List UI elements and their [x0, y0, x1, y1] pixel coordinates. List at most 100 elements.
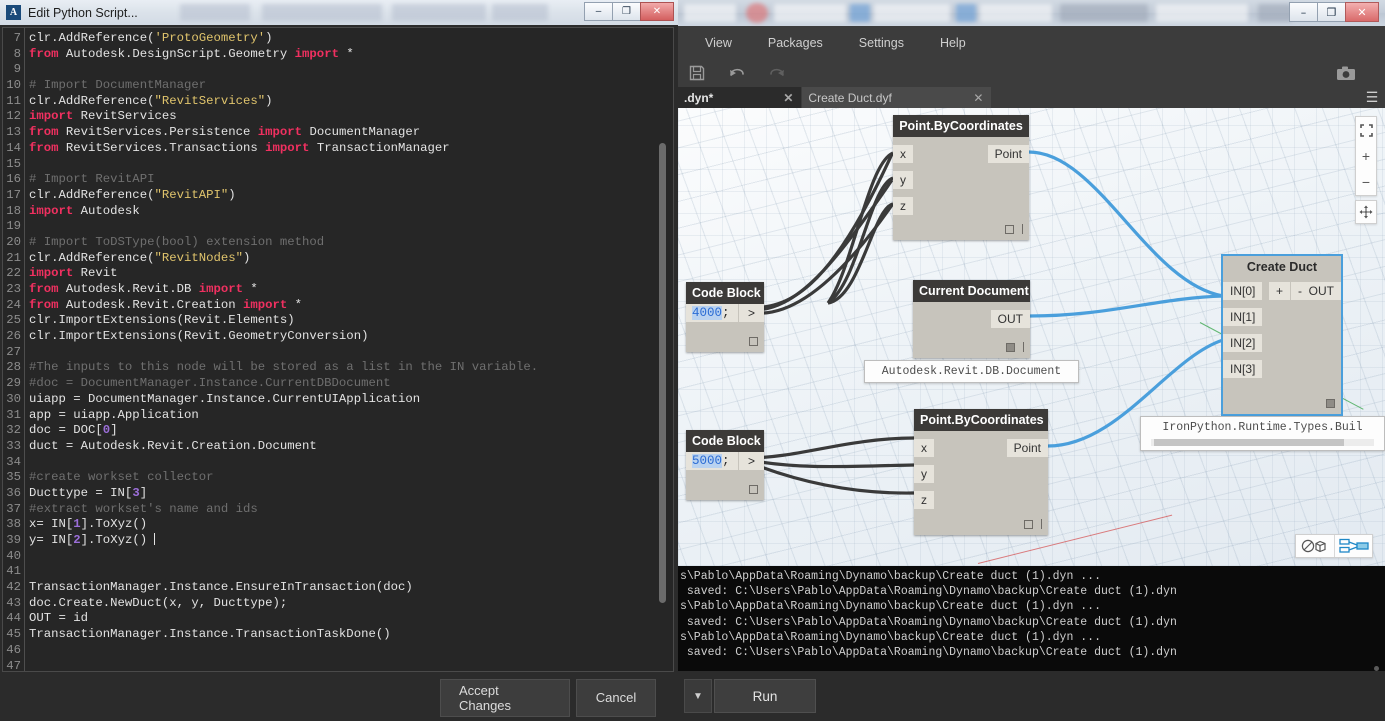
code-line: 11 clr.AddReference("RevitServices") [3, 94, 673, 110]
hamburger-menu-icon[interactable]: ☰ [1359, 87, 1385, 108]
editor-vertical-scrollbar[interactable] [658, 58, 667, 671]
node-resize-handle[interactable] [1022, 224, 1023, 234]
code-block-terminator: ; [722, 306, 730, 320]
node-create-duct[interactable]: Create Duct IN[0] IN[1] IN[2] IN[3] + - … [1221, 254, 1343, 416]
code-line: 35 #create workset collector [3, 470, 673, 486]
code-text: clr.AddReference("RevitAPI") [29, 187, 236, 202]
cancel-button[interactable]: Cancel [576, 678, 656, 717]
dynamo-maximize-button[interactable]: ❐ [1317, 2, 1346, 22]
node-resize-handle[interactable] [1041, 519, 1042, 529]
node-preview-checkbox[interactable] [749, 337, 758, 346]
code-line: 9 [3, 62, 673, 78]
python-editor-title-bar[interactable]: A Edit Python Script... – ❐ ✕ [0, 0, 678, 25]
code-line: 17 clr.AddReference("RevitAPI") [3, 187, 673, 204]
node-footer [1326, 399, 1335, 408]
node-point-by-coordinates-1[interactable]: Point.ByCoordinates x y z Point [893, 115, 1029, 240]
zoom-out-button[interactable]: − [1356, 169, 1376, 195]
line-number: 31 [6, 407, 21, 422]
port-out-out[interactable]: OUT [1301, 282, 1341, 300]
node-preview-checkbox[interactable] [749, 485, 758, 494]
dynamo-toolbar [678, 59, 1385, 87]
node-resize-handle[interactable] [1023, 342, 1024, 352]
tab-label: Create Duct.dyf [808, 90, 892, 105]
fit-to-screen-icon[interactable] [1356, 117, 1376, 143]
line-number: 39 [6, 533, 21, 547]
code-text: doc = DOC[0] [29, 423, 118, 438]
port-in-3[interactable]: IN[3] [1223, 360, 1263, 378]
tab-dyn-document[interactable]: .dyn* ✕ [678, 87, 803, 108]
tab-create-duct-dyf[interactable]: Create Duct.dyf ✕ [802, 87, 993, 108]
menu-item-help[interactable]: Help [935, 33, 971, 53]
menu-item-packages[interactable]: Packages [763, 33, 828, 53]
port-in-x[interactable]: x [893, 145, 913, 163]
screen-root: – ❐ ✕ View Packages Settings Help .dyn* … [0, 0, 1385, 721]
python-maximize-button[interactable]: ❐ [612, 2, 641, 21]
code-line: 28 #The inputs to this node will be store… [3, 360, 673, 376]
port-in-z[interactable]: z [914, 491, 934, 509]
code-line: 31 app = uiapp.Application [3, 407, 673, 424]
zoom-in-button[interactable]: + [1356, 143, 1376, 169]
graph-view-icon[interactable] [1334, 535, 1372, 557]
code-block-expression[interactable]: 4000; [686, 304, 738, 322]
node-current-document[interactable]: Current Document OUT [913, 280, 1030, 358]
run-mode-dropdown[interactable]: ▼ [684, 679, 712, 713]
tooltip-horizontal-scrollbar[interactable] [1151, 439, 1374, 446]
port-in-x[interactable]: x [914, 439, 934, 457]
python-code-editor[interactable]: 7 clr.AddReference('ProtoGeometry') 8 from … [2, 27, 674, 672]
code-text: app = uiapp.Application [29, 407, 199, 422]
undo-icon[interactable] [726, 62, 748, 84]
port-out-out[interactable]: OUT [990, 310, 1030, 328]
code-area[interactable]: 7 clr.AddReference('ProtoGeometry') 8 from … [3, 31, 673, 671]
pan-icon[interactable] [1355, 200, 1377, 224]
line-number: 9 [13, 62, 21, 77]
menu-item-view[interactable]: View [700, 33, 737, 53]
titlebar-blur-b [262, 4, 382, 21]
add-input-port-button[interactable]: + [1269, 282, 1291, 300]
code-line: 39 y= IN[2].ToXyz() [3, 533, 673, 549]
dynamo-title-bar[interactable]: – ❐ ✕ [678, 0, 1385, 26]
port-in-y[interactable]: y [893, 171, 913, 189]
tooltip-create-duct-preview: IronPython.Runtime.Types.Buil [1140, 416, 1385, 451]
node-code-block-1[interactable]: Code Block 4000; > [686, 282, 764, 352]
dynamo-close-button[interactable]: ✕ [1345, 2, 1379, 22]
code-text: #extract workset's name and ids [29, 501, 258, 516]
line-number: 16 [6, 172, 21, 187]
canvas-view-toggle [1295, 534, 1373, 558]
port-in-y[interactable]: y [914, 465, 934, 483]
node-preview-checkbox[interactable] [1006, 342, 1015, 352]
accept-changes-button[interactable]: Accept Changes [440, 678, 570, 717]
node-point-by-coordinates-2[interactable]: Point.ByCoordinates x y z Point [914, 409, 1048, 535]
code-text: clr.AddReference("RevitNodes") [29, 250, 251, 265]
camera-icon[interactable] [1335, 62, 1357, 84]
port-out-point[interactable]: Point [987, 145, 1029, 163]
line-number: 12 [6, 109, 21, 124]
port-in-0[interactable]: IN[0] [1223, 282, 1263, 300]
node-code-block-2[interactable]: Code Block 5000; > [686, 430, 764, 500]
python-minimize-button[interactable]: – [584, 2, 613, 21]
menu-item-settings[interactable]: Settings [854, 33, 909, 53]
tab-close-icon[interactable]: ✕ [955, 91, 983, 105]
port-in-2[interactable]: IN[2] [1223, 334, 1263, 352]
tab-close-icon[interactable]: ✕ [765, 91, 793, 105]
code-line: 36 Ducttype = IN[3] [3, 486, 673, 502]
dynamo-canvas[interactable]: Point.ByCoordinates x y z Point Code Blo… [678, 108, 1385, 566]
code-block-expression[interactable]: 5000; [686, 452, 738, 470]
geometry-view-icon[interactable] [1296, 535, 1334, 557]
port-out-point[interactable]: Point [1006, 439, 1048, 457]
redo-icon[interactable] [766, 62, 788, 84]
node-preview-checkbox[interactable] [1005, 224, 1014, 234]
dynamo-minimize-button[interactable]: – [1289, 2, 1318, 22]
dynamo-console-log[interactable]: s\Pablo\AppData\Roaming\Dynamo\backup\Cr… [678, 566, 1385, 671]
run-button[interactable]: Run [714, 679, 816, 713]
code-block-output-arrow[interactable]: > [738, 304, 764, 322]
save-icon[interactable] [686, 62, 708, 84]
titlebar-blur-8 [1060, 4, 1148, 22]
code-line: 32 doc = DOC[0] [3, 423, 673, 439]
code-block-output-arrow[interactable]: > [738, 452, 764, 470]
port-in-z[interactable]: z [893, 197, 913, 215]
port-in-1[interactable]: IN[1] [1223, 308, 1263, 326]
python-close-button[interactable]: ✕ [640, 2, 674, 21]
node-preview-checkbox[interactable] [1024, 519, 1033, 529]
node-preview-checkbox[interactable] [1326, 399, 1335, 408]
code-line: 18 import Autodesk [3, 204, 673, 220]
